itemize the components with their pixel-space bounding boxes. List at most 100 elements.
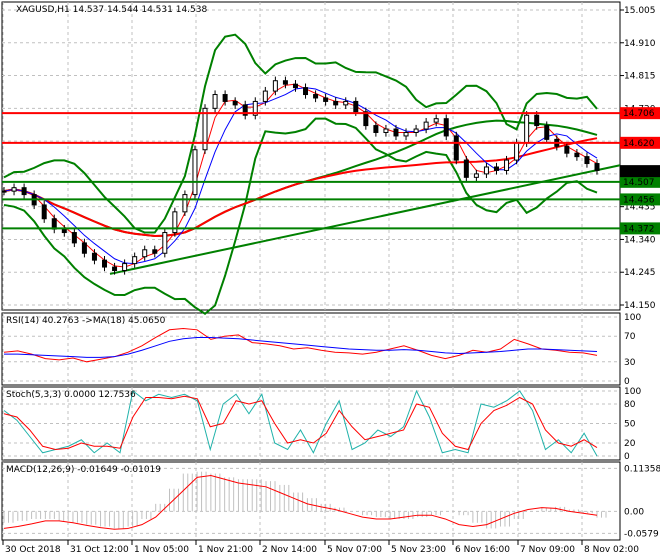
candle	[393, 128, 399, 137]
candle	[594, 163, 600, 171]
candle	[584, 156, 590, 165]
candle	[433, 118, 439, 123]
macd-label: MACD(12,26,9) -0.01649 -0.01019	[6, 465, 162, 475]
candle	[453, 135, 459, 161]
candle	[132, 256, 138, 265]
macd-signal-line	[3, 474, 598, 530]
level-label: 14.372	[623, 224, 655, 234]
price-tick-label: 14.910	[624, 39, 656, 49]
candle	[343, 100, 349, 106]
candle	[333, 100, 339, 106]
candle	[353, 100, 359, 113]
level-label: 14.620	[623, 139, 655, 149]
candle	[403, 131, 409, 137]
ohlc-high: 14.544	[106, 5, 139, 15]
candle	[463, 159, 469, 178]
chart-header: XAGUSD,H1 14.537 14.544 14.531 14.538	[16, 5, 207, 15]
candle	[282, 80, 288, 85]
candle	[373, 125, 379, 133]
candle	[524, 114, 530, 144]
candle	[152, 249, 158, 254]
trading-chart-window[interactable]: 30 Oct 2018 31 Oct 12:00 1 Nov 05:00 1 Nov …	[0, 0, 660, 560]
candle	[212, 94, 218, 109]
candle	[91, 252, 97, 261]
price-tick-label: 14.340	[624, 235, 656, 245]
rsi-line	[3, 328, 598, 363]
rsi-ma-line	[4, 336, 598, 358]
candle	[162, 232, 168, 254]
candle	[514, 142, 520, 161]
rsi-label: RSI(14) 40.2763 ->MA(18) 45.0650	[6, 316, 166, 326]
candle	[504, 159, 510, 171]
candle	[423, 121, 429, 130]
level-label: 14.456	[623, 195, 655, 205]
candle	[292, 83, 298, 89]
candle	[182, 194, 188, 213]
indicator-tick-label: 30	[624, 358, 636, 368]
candle	[303, 87, 309, 96]
price-tick-label: 14.815	[624, 72, 656, 82]
indicator-tick-label: 100	[624, 313, 641, 323]
time-label: 6 Nov 16:00	[455, 545, 510, 555]
time-label: 1 Nov 21:00	[198, 545, 253, 555]
time-label: 5 Nov 23:00	[391, 545, 446, 555]
candle	[534, 114, 540, 127]
stoch-label: Stoch(5,3,3) 0.0000 12.7536	[6, 390, 136, 400]
symbol-title: XAGUSD,H1	[16, 5, 70, 15]
candle	[122, 263, 128, 271]
time-label: 8 Nov 02:00	[584, 545, 639, 555]
ohlc-open: 14.537	[72, 5, 105, 15]
moving-average-slow	[3, 119, 598, 237]
indicator-tick-label: 50	[624, 420, 636, 430]
candle	[142, 249, 148, 258]
candle	[21, 187, 27, 196]
time-label: 7 Nov 09:00	[520, 545, 575, 555]
candle	[544, 125, 550, 140]
time-label: 5 Nov 07:00	[327, 545, 382, 555]
indicator-tick-label: -0.0579	[624, 529, 659, 539]
candle	[71, 232, 77, 244]
candle	[272, 80, 278, 92]
time-label: 2 Nov 14:00	[262, 545, 317, 555]
candle	[81, 242, 87, 254]
current-price-label: 14.538	[623, 167, 655, 177]
candle	[383, 128, 389, 133]
indicator-tick-label: 0	[624, 452, 630, 462]
candle	[102, 259, 108, 268]
candle	[232, 100, 238, 106]
candle	[574, 152, 580, 158]
candle	[262, 90, 268, 102]
candle	[61, 228, 67, 234]
candle	[112, 266, 118, 271]
time-label: 31 Oct 12:00	[70, 545, 129, 555]
candle	[493, 166, 499, 171]
candle	[222, 94, 228, 102]
indicator-tick-label: 20	[624, 439, 636, 449]
candle	[313, 94, 319, 99]
indicator-tick-label: 0.11358	[624, 464, 660, 474]
bollinger-lower	[3, 117, 598, 315]
candle	[323, 97, 329, 102]
moving-average-long	[3, 137, 598, 237]
price-tick-label: 14.150	[624, 301, 656, 311]
candle	[41, 204, 47, 220]
candle	[483, 166, 489, 175]
ohlc-close: 14.538	[175, 5, 208, 15]
candle	[11, 187, 17, 192]
time-label: 30 Oct 2018	[5, 545, 61, 555]
candle	[1, 190, 7, 193]
candle	[564, 145, 570, 154]
indicator-tick-label: 0	[624, 377, 630, 387]
candle	[413, 128, 419, 133]
chart-canvas[interactable]: 30 Oct 2018 31 Oct 12:00 1 Nov 05:00 1 Nov …	[0, 0, 660, 560]
level-label: 14.507	[623, 178, 655, 188]
level-label: 14.706	[623, 109, 655, 119]
indicator-tick-label: 70	[624, 332, 636, 342]
time-label: 1 Nov 05:00	[134, 545, 189, 555]
candle	[443, 118, 449, 137]
candle	[192, 149, 198, 196]
price-tick-label: 15.005	[624, 6, 656, 16]
ohlc-low: 14.531	[141, 5, 173, 15]
candle	[473, 173, 479, 178]
indicator-tick-label: 80	[624, 400, 636, 410]
